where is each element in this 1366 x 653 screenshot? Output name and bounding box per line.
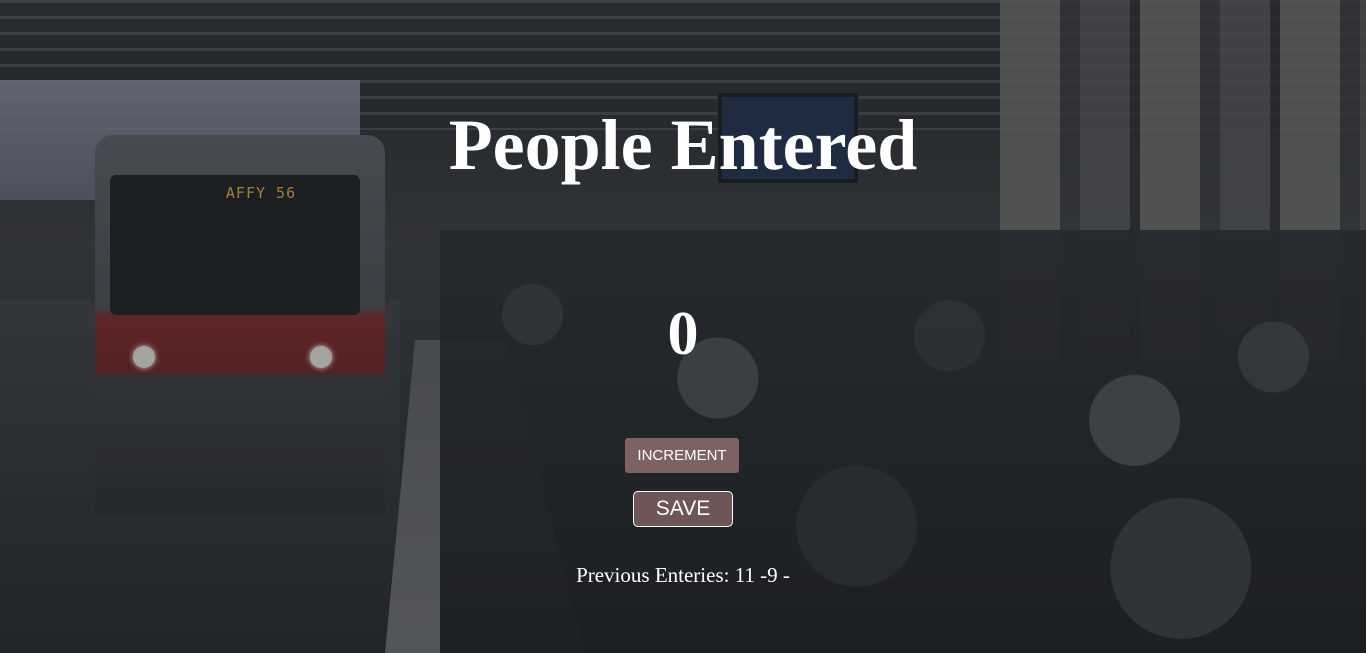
counter-app: People Entered 0 INCREMENT SAVE Previous… bbox=[0, 0, 1366, 653]
increment-button[interactable]: INCREMENT bbox=[625, 438, 739, 473]
previous-entries: Previous Enteries: 11 -9 - bbox=[0, 562, 1366, 588]
people-count: 0 bbox=[667, 300, 699, 368]
save-button[interactable]: SAVE bbox=[633, 491, 733, 527]
page-title: People Entered bbox=[448, 105, 918, 185]
previous-entries-label: Previous Enteries: bbox=[576, 563, 730, 587]
previous-entries-values: 11 -9 - bbox=[734, 563, 790, 587]
